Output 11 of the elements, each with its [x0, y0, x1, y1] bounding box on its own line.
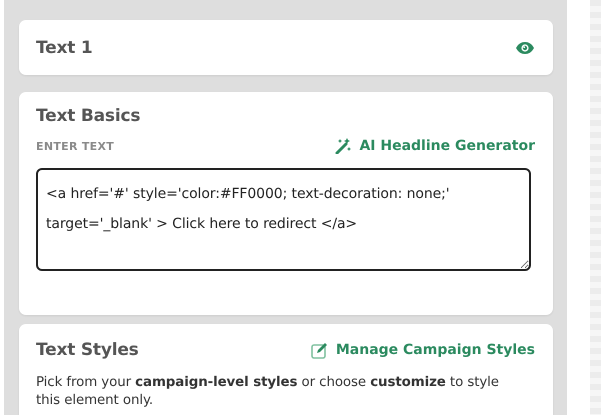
description-text: Pick from your campaign-level styles or choose customize to style this element only. [36, 374, 500, 410]
text-input[interactable]: <a href='#' style='color:#FF0000; text-decoration: none;' target='_blank' > Click here to redirect </a> [36, 168, 531, 271]
eye-icon[interactable] [515, 40, 535, 54]
ai-headline-generator-link[interactable]: AI Headline Generator [335, 138, 535, 154]
section-title: Text Basics [36, 106, 142, 126]
magic-wand-icon [335, 138, 352, 154]
edit-icon [310, 342, 329, 358]
section-title: Text Styles [36, 340, 139, 360]
element-title: Text 1 [36, 38, 93, 58]
manage-campaign-styles-link[interactable]: Manage Campaign Styles [310, 342, 535, 358]
field-label: ENTER TEXT [36, 140, 114, 152]
